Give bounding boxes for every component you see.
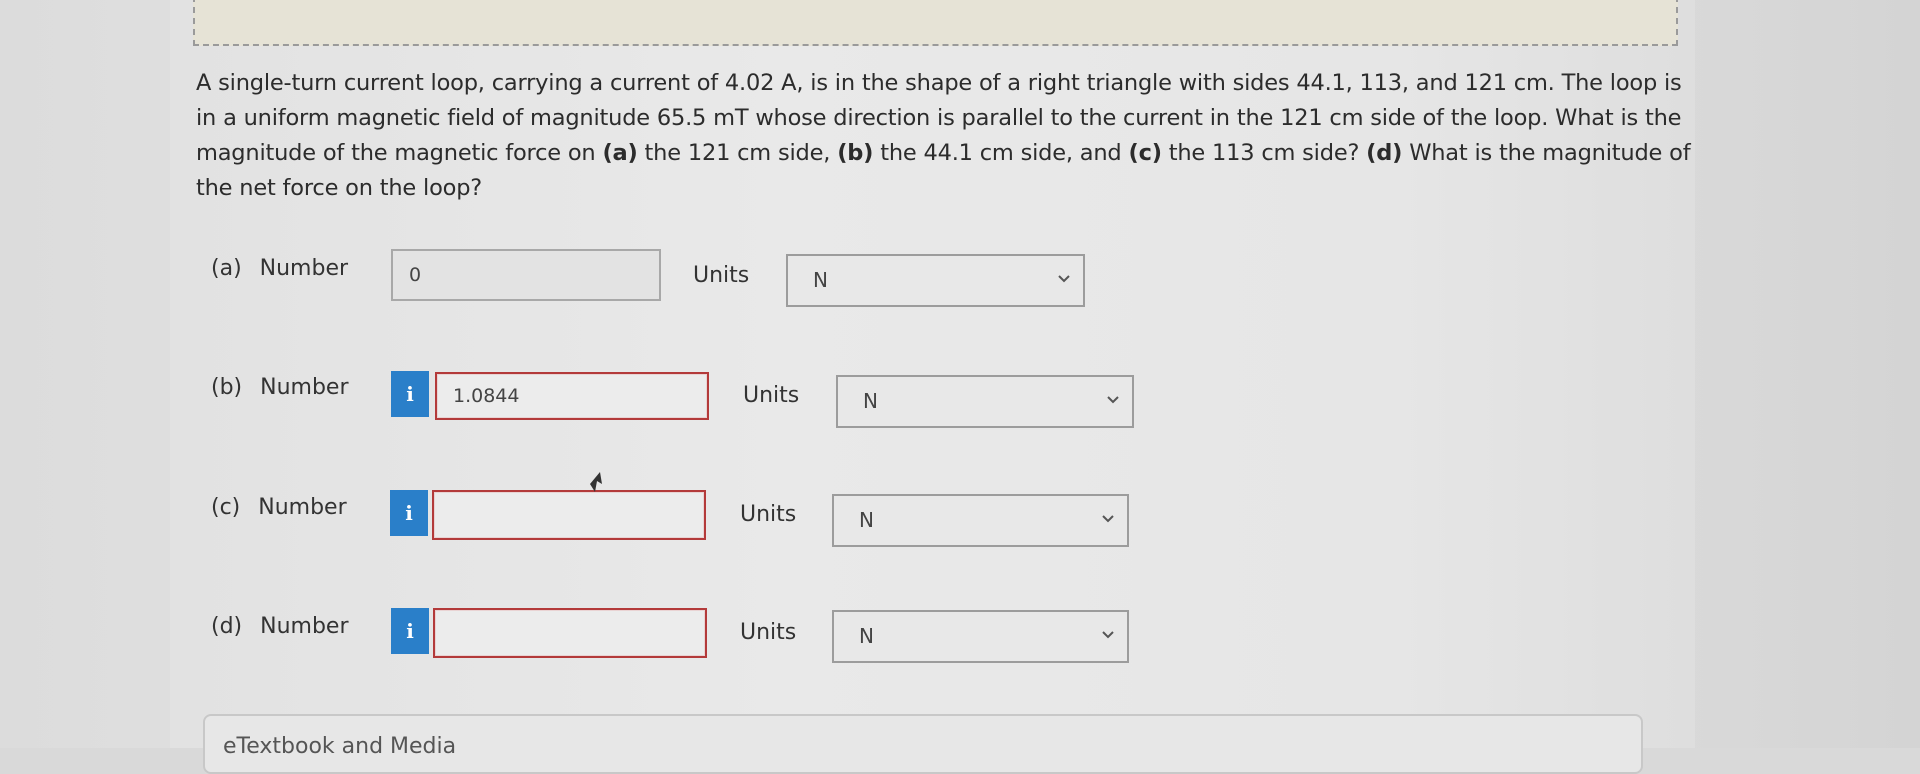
answer-d-input[interactable] — [433, 608, 707, 658]
answer-a-input[interactable] — [391, 249, 661, 301]
answer-c-input[interactable] — [432, 490, 706, 540]
units-select-c[interactable]: N — [832, 494, 1129, 547]
units-label-c: Units — [740, 502, 797, 527]
part-b-tag: (b) — [837, 140, 874, 166]
info-icon: i — [406, 619, 414, 643]
part-a-tag: (a) — [602, 140, 638, 166]
units-label-b: Units — [743, 383, 800, 408]
number-label: Number — [258, 495, 347, 520]
units-label-d: Units — [740, 620, 797, 645]
part-label: (b) — [211, 375, 243, 400]
units-select-a[interactable]: N — [786, 254, 1085, 307]
number-label: Number — [259, 256, 349, 281]
info-icon: i — [405, 501, 413, 525]
etextbook-label: eTextbook and Media — [223, 734, 457, 759]
mouse-cursor-icon — [590, 472, 602, 492]
row-label-b: (b) Number — [211, 375, 349, 400]
units-value: N — [859, 624, 874, 648]
number-label: Number — [260, 614, 349, 639]
row-label-d: (d) Number — [211, 614, 349, 639]
info-button-c[interactable]: i — [390, 490, 428, 536]
part-label: (a) — [211, 256, 242, 281]
units-value: N — [859, 508, 874, 532]
units-select-d[interactable]: N — [832, 610, 1129, 663]
problem-text: the 44.1 cm side, and — [873, 140, 1129, 166]
chevron-down-icon — [1107, 396, 1119, 404]
etextbook-media-section[interactable]: eTextbook and Media — [203, 714, 1643, 774]
part-label: (d) — [211, 614, 243, 639]
info-button-d[interactable]: i — [391, 608, 429, 654]
top-banner — [193, 0, 1678, 46]
chevron-down-icon — [1102, 515, 1114, 523]
problem-text: the 121 cm side, — [637, 140, 838, 166]
answer-b-input[interactable] — [435, 372, 709, 420]
units-value: N — [863, 389, 878, 413]
number-label: Number — [260, 375, 349, 400]
units-value: N — [813, 268, 828, 292]
row-label-a: (a) Number — [211, 256, 348, 281]
page-background: A single-turn current loop, carrying a c… — [0, 0, 1920, 774]
part-c-tag: (c) — [1128, 140, 1162, 166]
units-select-b[interactable]: N — [836, 375, 1134, 428]
info-icon: i — [406, 382, 414, 406]
units-label-a: Units — [693, 263, 750, 288]
part-label: (c) — [211, 495, 241, 520]
problem-statement: A single-turn current loop, carrying a c… — [196, 66, 1696, 206]
chevron-down-icon — [1102, 631, 1114, 639]
chevron-down-icon — [1058, 275, 1070, 283]
part-d-tag: (d) — [1366, 140, 1403, 166]
info-button-b[interactable]: i — [391, 371, 429, 417]
problem-text: the 113 cm side? — [1161, 140, 1367, 166]
row-label-c: (c) Number — [211, 495, 347, 520]
